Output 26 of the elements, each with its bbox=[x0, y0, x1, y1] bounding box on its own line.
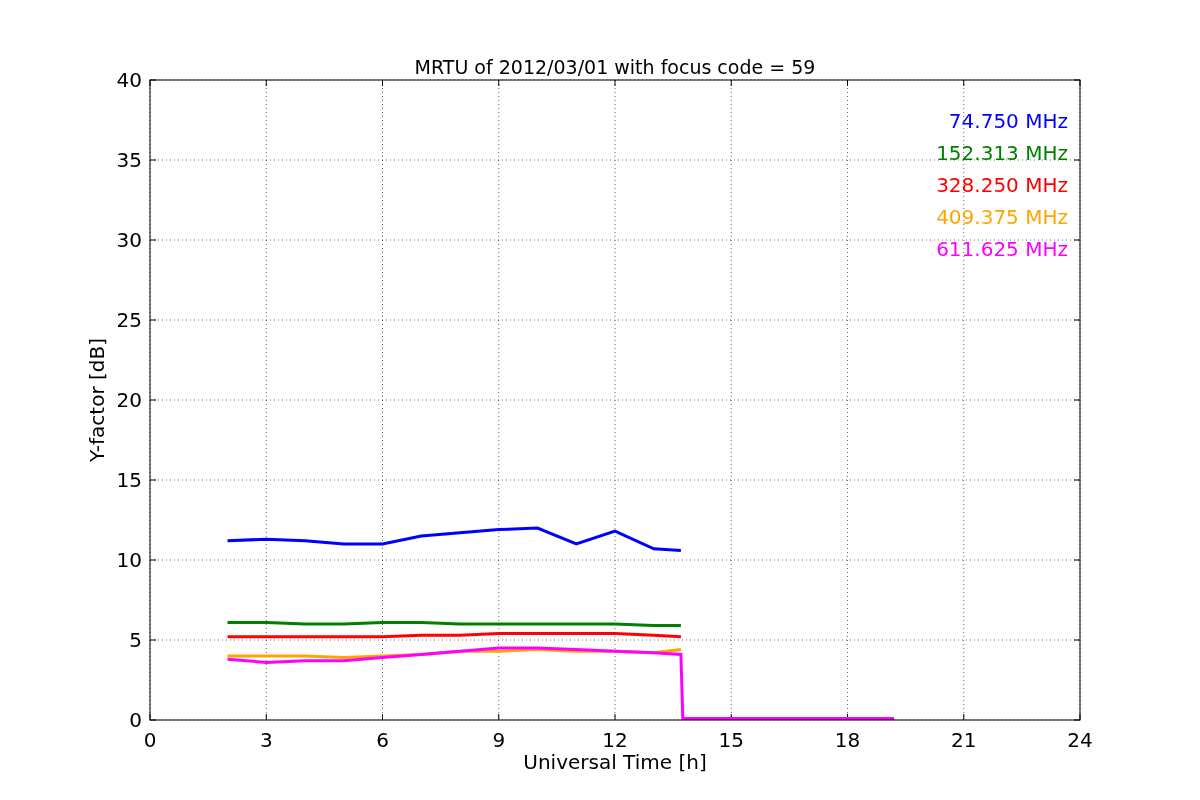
legend-label: 328.250 MHz bbox=[936, 173, 1068, 197]
legend-label: 409.375 MHz bbox=[936, 205, 1068, 229]
y-tick-label: 0 bbox=[129, 708, 142, 732]
y-tick-label: 25 bbox=[116, 308, 142, 332]
legend-label: 611.625 MHz bbox=[936, 237, 1068, 261]
x-tick-label: 6 bbox=[376, 728, 389, 752]
x-tick-label: 21 bbox=[951, 728, 977, 752]
y-tick-label: 35 bbox=[116, 148, 142, 172]
y-tick-label: 20 bbox=[116, 388, 142, 412]
x-tick-label: 18 bbox=[834, 728, 861, 752]
x-tick-label: 9 bbox=[492, 728, 506, 752]
x-tick-label: 15 bbox=[718, 728, 744, 752]
legend-label: 152.313 MHz bbox=[936, 141, 1068, 165]
x-axis-label: Universal Time [h] bbox=[523, 750, 707, 774]
x-tick-label: 12 bbox=[602, 728, 628, 752]
y-tick-label: 40 bbox=[116, 68, 142, 92]
y-axis-label: Y-factor [dB] bbox=[85, 338, 109, 462]
y-tick-label: 10 bbox=[116, 548, 142, 572]
legend-label: 74.750 MHz bbox=[948, 109, 1068, 133]
x-tick-label: 24 bbox=[1067, 728, 1093, 752]
y-tick-label: 15 bbox=[116, 468, 142, 492]
x-tick-label: 0 bbox=[143, 728, 157, 752]
y-tick-label: 30 bbox=[116, 228, 142, 252]
y-tick-label: 5 bbox=[129, 628, 142, 652]
x-tick-label: 3 bbox=[259, 728, 273, 752]
chart-title: MRTU of 2012/03/01 with focus code = 59 bbox=[414, 56, 816, 78]
